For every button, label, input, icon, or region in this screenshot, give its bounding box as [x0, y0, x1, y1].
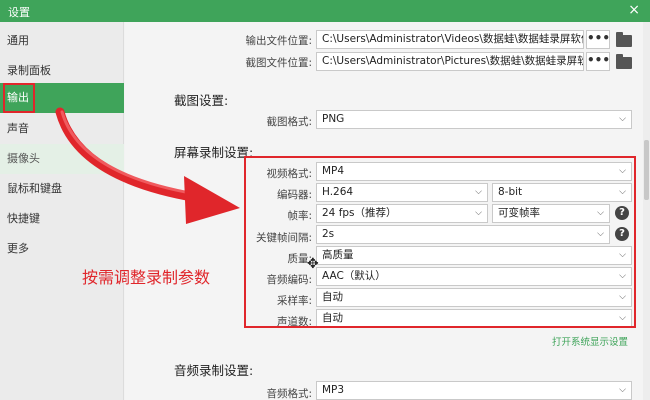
- annotation-text: 按需调整录制参数: [82, 268, 211, 287]
- move-cursor-icon: ✥: [307, 256, 319, 272]
- annotation-arrow-icon: [55, 107, 240, 224]
